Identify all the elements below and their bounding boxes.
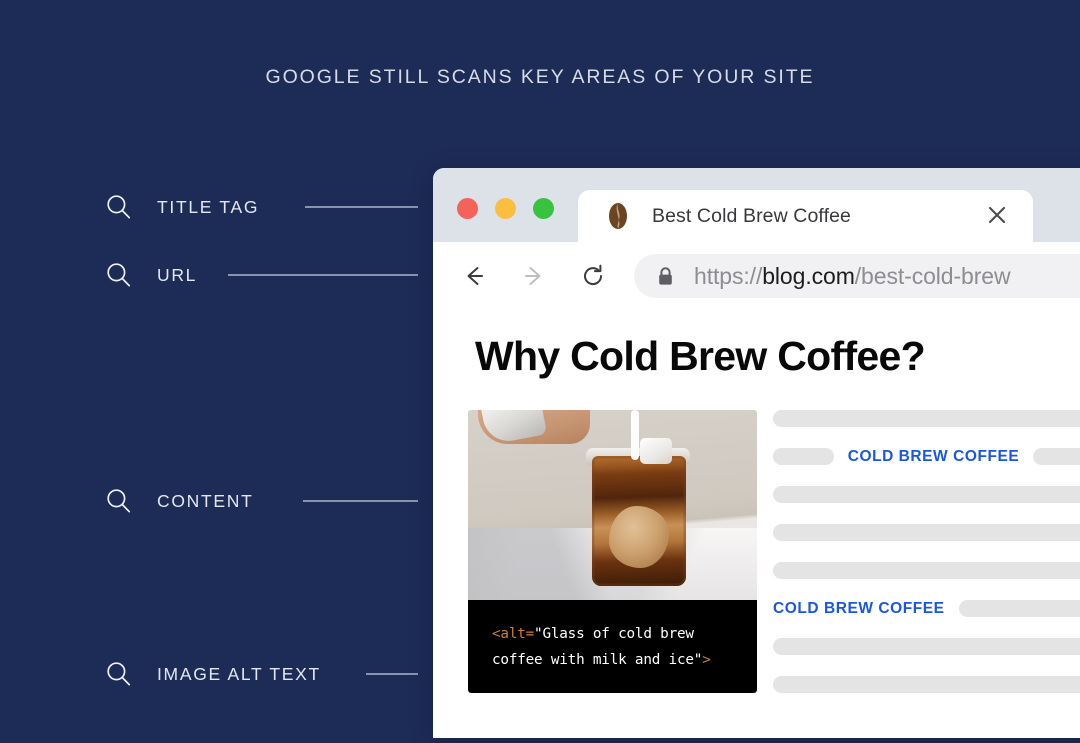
milk-stream: [631, 410, 639, 460]
arrow-right-icon[interactable]: [521, 263, 547, 289]
checklist-connector-line: [303, 500, 418, 502]
checklist-item-image-alt-text[interactable]: IMAGE ALT TEXT: [104, 657, 321, 691]
skeleton-bar: [773, 676, 1080, 693]
skeleton-bar: [773, 638, 1080, 655]
alt-attr-close: >: [702, 652, 711, 668]
checklist-item-label: IMAGE ALT TEXT: [157, 663, 321, 684]
checklist-item-url[interactable]: URL: [104, 258, 197, 292]
browser-toolbar: https://blog.com/best-cold-brew: [433, 242, 1080, 310]
search-icon: [107, 263, 131, 287]
browser-tab-title: Best Cold Brew Coffee: [652, 204, 852, 227]
browser-tab[interactable]: Best Cold Brew Coffee: [578, 190, 1033, 242]
skeleton-row: [773, 410, 1080, 427]
close-window-button[interactable]: [457, 198, 478, 219]
cold-brew-photo: [468, 410, 757, 600]
checklist-item-label: TITLE TAG: [157, 196, 260, 217]
skeleton-bar: [773, 562, 1080, 579]
close-tab-icon[interactable]: [985, 203, 1009, 227]
skeleton-bar: [958, 600, 1080, 617]
skeleton-row: [773, 638, 1080, 655]
keyword-link[interactable]: COLD BREW COFFEE: [773, 600, 945, 618]
window-controls: [457, 198, 554, 219]
skeleton-bar: [773, 448, 834, 465]
checklist-connector-line: [305, 206, 418, 208]
address-bar[interactable]: https://blog.com/best-cold-brew: [634, 254, 1080, 298]
checklist-item-content[interactable]: CONTENT: [104, 484, 253, 518]
reload-icon[interactable]: [580, 263, 606, 289]
arrow-left-icon[interactable]: [461, 263, 487, 289]
skeleton-bar: [773, 524, 1080, 541]
search-icon: [107, 662, 131, 686]
web-page-content: Why Cold Brew Coffee? <alt="Glass of col…: [433, 310, 1080, 738]
milk-pitcher: [480, 410, 548, 446]
search-icon: [107, 195, 131, 219]
checklist-item-title-tag[interactable]: TITLE TAG: [104, 190, 259, 224]
url-path: /best-cold-brew: [854, 262, 1011, 289]
seo-checklist: TITLE TAG URL CONTENT IMAGE ALT TEXT: [0, 0, 433, 743]
maximize-window-button[interactable]: [533, 198, 554, 219]
url-host: blog.com: [762, 262, 855, 289]
skeleton-row: [773, 524, 1080, 541]
alt-text-callout: <alt="Glass of cold brew coffee with mil…: [468, 600, 757, 693]
skeleton-row: [773, 486, 1080, 503]
address-bar-url: https://blog.com/best-cold-brew: [694, 263, 1011, 290]
article-figure: <alt="Glass of cold brew coffee with mil…: [468, 410, 757, 693]
skeleton-bar: [1033, 448, 1080, 465]
skeleton-row: COLD BREW COFFEE: [773, 600, 1080, 617]
checklist-connector-line: [366, 673, 418, 675]
url-scheme: https://: [694, 262, 763, 289]
skeleton-bar: [773, 486, 1080, 503]
skeleton-row: [773, 676, 1080, 693]
infographic-canvas: GOOGLE STILL SCANS KEY AREAS OF YOUR SIT…: [0, 0, 1080, 743]
hand: [478, 410, 590, 446]
ice-cube: [640, 438, 672, 464]
checklist-item-label: URL: [157, 264, 198, 285]
article-text-skeleton: COLD BREW COFFEE COLD BREW COFFEE: [773, 410, 1080, 714]
browser-tab-strip: Best Cold Brew Coffee: [433, 168, 1080, 242]
skeleton-row: [773, 562, 1080, 579]
keyword-link[interactable]: COLD BREW COFFEE: [848, 448, 1020, 466]
browser-window: Best Cold Brew Coffee https://blog.com/b…: [433, 168, 1080, 738]
skeleton-bar: [773, 410, 1080, 427]
lock-icon: [659, 266, 672, 285]
article-heading: Why Cold Brew Coffee?: [475, 333, 926, 379]
coffee-bean-icon: [609, 203, 627, 229]
search-icon: [107, 489, 131, 513]
checklist-connector-line: [228, 274, 418, 276]
checklist-item-label: CONTENT: [157, 490, 254, 511]
minimize-window-button[interactable]: [495, 198, 516, 219]
alt-text-code: <alt="Glass of cold brew coffee with mil…: [492, 621, 740, 673]
skeleton-row: COLD BREW COFFEE: [773, 448, 1080, 465]
alt-attr-open: <alt=: [492, 626, 535, 642]
